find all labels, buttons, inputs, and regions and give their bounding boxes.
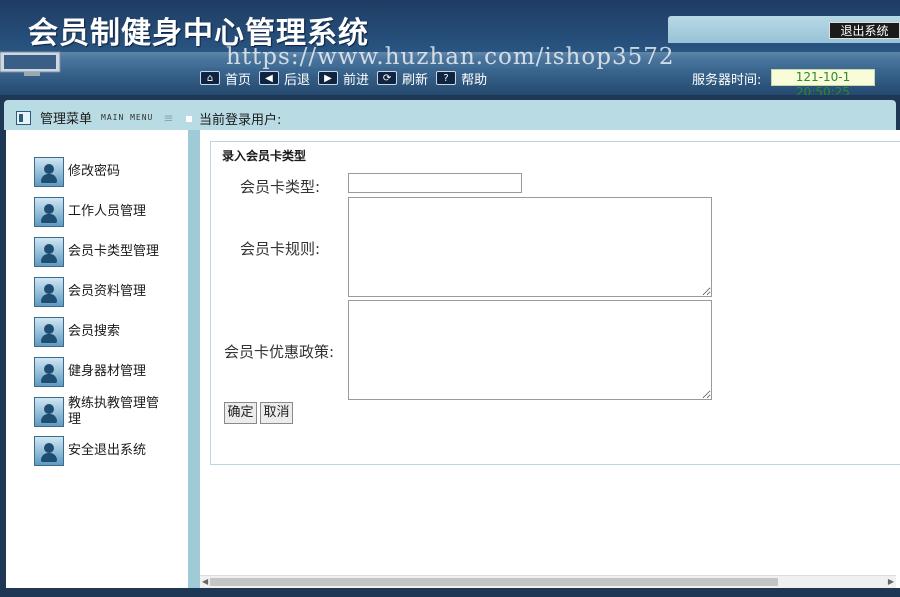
sidebar-item-label: 健身器材管理 (68, 364, 147, 379)
sidebar-item-equipment[interactable]: 健身器材管理 (34, 357, 160, 387)
menu-title-label: 管理菜单 (40, 112, 93, 127)
nav-help[interactable]: ? 帮助 (436, 69, 487, 88)
bullet-icon (186, 115, 192, 122)
card-policy-label: 会员卡优惠政策: (224, 343, 335, 361)
user-icon (34, 197, 64, 227)
card-type-input[interactable] (348, 173, 522, 193)
sidebar-item-member-profiles[interactable]: 会员资料管理 (34, 277, 160, 307)
user-icon (34, 237, 64, 267)
nav-refresh-label: 刷新 (402, 72, 429, 88)
watermark-text: https://www.huzhan.com/ishop3572 (226, 44, 675, 70)
user-icon (34, 397, 64, 427)
sidebar-item-label: 修改密码 (68, 164, 121, 179)
server-time-label: 服务器时间: (692, 73, 762, 88)
form-title: 录入会员卡类型 (222, 149, 307, 163)
scrollbar-thumb[interactable] (210, 578, 778, 586)
current-user: 当前登录用户: (186, 109, 281, 128)
sidebar-splitter[interactable] (188, 130, 200, 588)
refresh-icon: ⟳ (377, 71, 398, 85)
sidebar: 修改密码 工作人员管理 会员卡类型管理 会员资料管理 会员搜索 健身器材管理 教… (6, 130, 188, 588)
main-content: 录入会员卡类型 会员卡类型: 会员卡规则: 会员卡优惠政策: 确定 取消 (200, 130, 900, 588)
nav-refresh[interactable]: ⟳ 刷新 (377, 69, 428, 88)
sidebar-item-member-search[interactable]: 会员搜索 (34, 317, 160, 347)
card-policy-textarea[interactable] (348, 300, 712, 400)
home-icon: ⌂ (200, 71, 220, 85)
nav-home[interactable]: ⌂ 首页 (200, 69, 251, 88)
bottom-frame (0, 588, 900, 597)
cancel-button[interactable]: 取消 (260, 402, 293, 424)
nav-forward[interactable]: ▶ 前进 (318, 69, 369, 88)
card-type-label: 会员卡类型: (240, 178, 321, 196)
forward-arrow-icon: ▶ (318, 71, 339, 85)
horizontal-scrollbar[interactable]: ◀ ▶ (200, 575, 896, 588)
user-icon (34, 436, 64, 466)
nav-toolbar: ⌂ 首页 ◀ 后退 ▶ 前进 ⟳ 刷新 ? 帮助 (200, 69, 491, 88)
monitor-icon (0, 51, 61, 76)
nav-forward-label: 前进 (343, 72, 370, 88)
sidebar-item-label: 会员资料管理 (68, 284, 147, 299)
help-icon: ? (436, 71, 457, 85)
current-user-label: 当前登录用户: (199, 113, 282, 128)
server-time-value: 121-10-1 20:50:25 (771, 69, 875, 95)
back-arrow-icon: ◀ (259, 71, 280, 85)
app-header: 会员制健身中心管理系统 https://www.huzhan.com/ishop… (0, 0, 900, 95)
user-icon (34, 317, 64, 347)
card-type-form: 录入会员卡类型 会员卡类型: 会员卡规则: 会员卡优惠政策: 确定 取消 (210, 141, 900, 465)
scroll-right-icon[interactable]: ▶ (888, 577, 894, 586)
sidebar-item-logout[interactable]: 安全退出系统 (34, 436, 160, 466)
nav-back[interactable]: ◀ 后退 (259, 69, 310, 88)
sidebar-item-label: 会员卡类型管理 (68, 244, 160, 259)
sidebar-item-label: 教练执教管理管理 (68, 396, 160, 427)
user-icon (34, 157, 64, 187)
nav-home-label: 首页 (225, 72, 252, 88)
nav-back-label: 后退 (284, 72, 311, 88)
sidebar-item-label: 会员搜索 (68, 324, 121, 339)
logout-button[interactable]: 退出系统 (829, 22, 900, 39)
sidebar-item-staff[interactable]: 工作人员管理 (34, 197, 160, 227)
scroll-left-icon[interactable]: ◀ (202, 577, 208, 586)
sidebar-item-coaching[interactable]: 教练执教管理管理 (34, 396, 160, 428)
nav-help-label: 帮助 (461, 72, 488, 88)
user-icon (34, 357, 64, 387)
card-rules-textarea[interactable] (348, 197, 712, 297)
sidebar-item-card-types[interactable]: 会员卡类型管理 (34, 237, 160, 267)
card-rules-label: 会员卡规则: (240, 240, 321, 258)
sidebar-item-label: 工作人员管理 (68, 204, 147, 219)
sidebar-item-change-password[interactable]: 修改密码 (34, 157, 160, 187)
confirm-button[interactable]: 确定 (224, 402, 257, 424)
menu-icon (16, 110, 31, 125)
user-icon (34, 277, 64, 307)
sidebar-item-label: 安全退出系统 (68, 443, 147, 458)
menu-subtitle: MAIN MENU (101, 113, 154, 122)
menu-lines-icon: ≡ (163, 110, 174, 125)
menu-title: 管理菜单 MAIN MENU ≡ (16, 108, 173, 127)
